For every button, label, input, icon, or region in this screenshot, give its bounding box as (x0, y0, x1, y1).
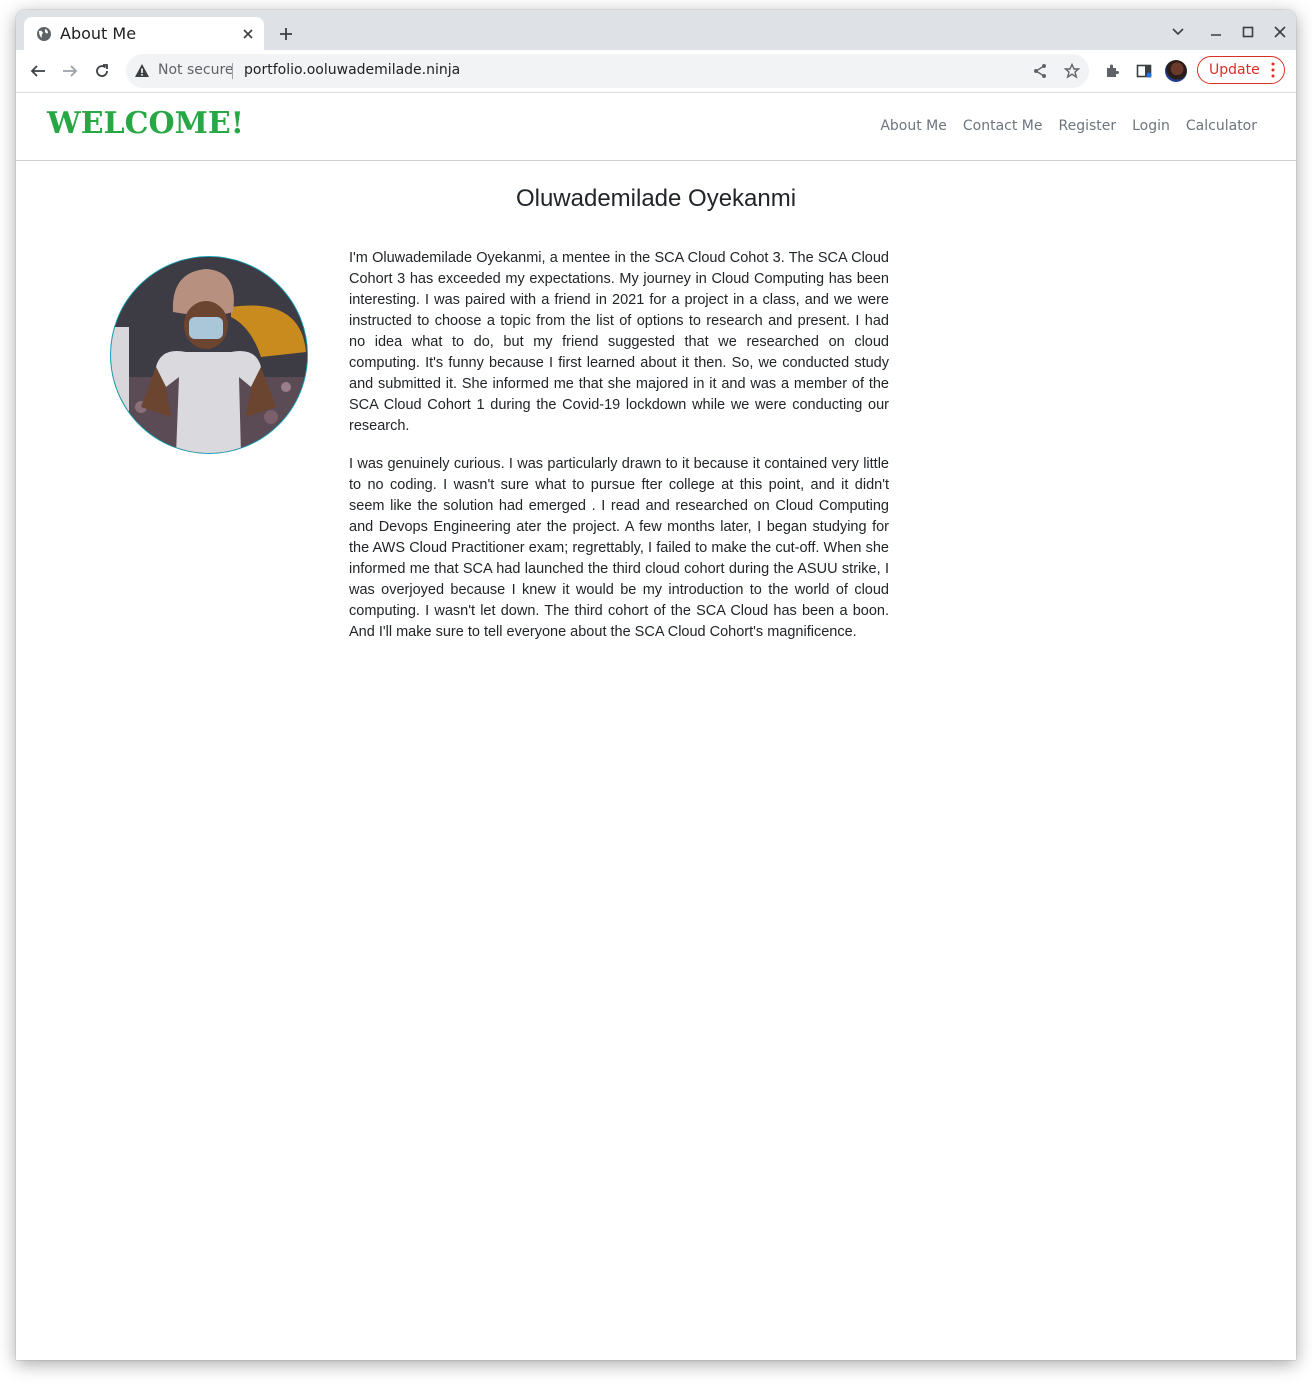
new-tab-icon[interactable] (274, 22, 298, 46)
bio-text: I'm Oluwademilade Oyekanmi, a mentee in … (349, 248, 889, 660)
update-label: Update (1209, 62, 1260, 78)
divider (232, 63, 233, 79)
browser-window: About Me Not secure portfolio.ooluwademi… (16, 10, 1296, 1360)
side-panel-icon[interactable] (1132, 59, 1156, 83)
tab-search-chevron-icon[interactable] (1166, 20, 1190, 44)
nav-login[interactable]: Login (1132, 118, 1170, 134)
address-bar[interactable]: Not secure portfolio.ooluwademilade.ninj… (126, 54, 1089, 88)
nav-register[interactable]: Register (1058, 118, 1116, 134)
site-nav: About Me Contact Me Register Login Calcu… (880, 118, 1257, 134)
close-tab-icon[interactable] (236, 22, 260, 46)
tab-title: About Me (60, 24, 137, 43)
bio-paragraph: I was genuinely curious. I was particula… (349, 456, 889, 640)
bookmark-star-icon[interactable] (1062, 61, 1082, 81)
tab-about-me[interactable]: About Me (24, 17, 264, 50)
avatar[interactable] (1165, 60, 1187, 82)
security-label[interactable]: Not secure (158, 62, 234, 78)
update-button[interactable]: Update (1197, 56, 1285, 84)
site-navbar: WELCOME! About Me Contact Me Register Lo… (16, 93, 1296, 161)
site-brand[interactable]: WELCOME! (47, 106, 244, 141)
share-icon[interactable] (1030, 61, 1050, 81)
reload-icon[interactable] (90, 59, 114, 83)
forward-icon[interactable] (58, 59, 82, 83)
back-icon[interactable] (26, 59, 50, 83)
browser-toolbar: Not secure portfolio.ooluwademilade.ninj… (16, 50, 1296, 93)
url-text[interactable]: portfolio.ooluwademilade.ninja (244, 62, 460, 78)
page-title: Oluwademilade Oyekanmi (515, 185, 797, 212)
minimize-icon[interactable] (1204, 20, 1228, 44)
more-options-icon[interactable] (1271, 62, 1275, 78)
extensions-icon[interactable] (1100, 59, 1124, 83)
web-page: WELCOME! About Me Contact Me Register Lo… (16, 93, 1296, 1360)
bio-paragraph: I'm Oluwademilade Oyekanmi, a mentee in … (349, 250, 889, 434)
globe-icon (37, 26, 51, 41)
nav-contact-me[interactable]: Contact Me (963, 118, 1043, 134)
warning-icon[interactable] (134, 63, 150, 79)
close-window-icon[interactable] (1268, 20, 1292, 44)
nav-about-me[interactable]: About Me (880, 118, 947, 134)
profile-photo (110, 256, 308, 454)
maximize-icon[interactable] (1236, 20, 1260, 44)
tab-strip: About Me (16, 10, 1296, 50)
nav-calculator[interactable]: Calculator (1186, 118, 1257, 134)
